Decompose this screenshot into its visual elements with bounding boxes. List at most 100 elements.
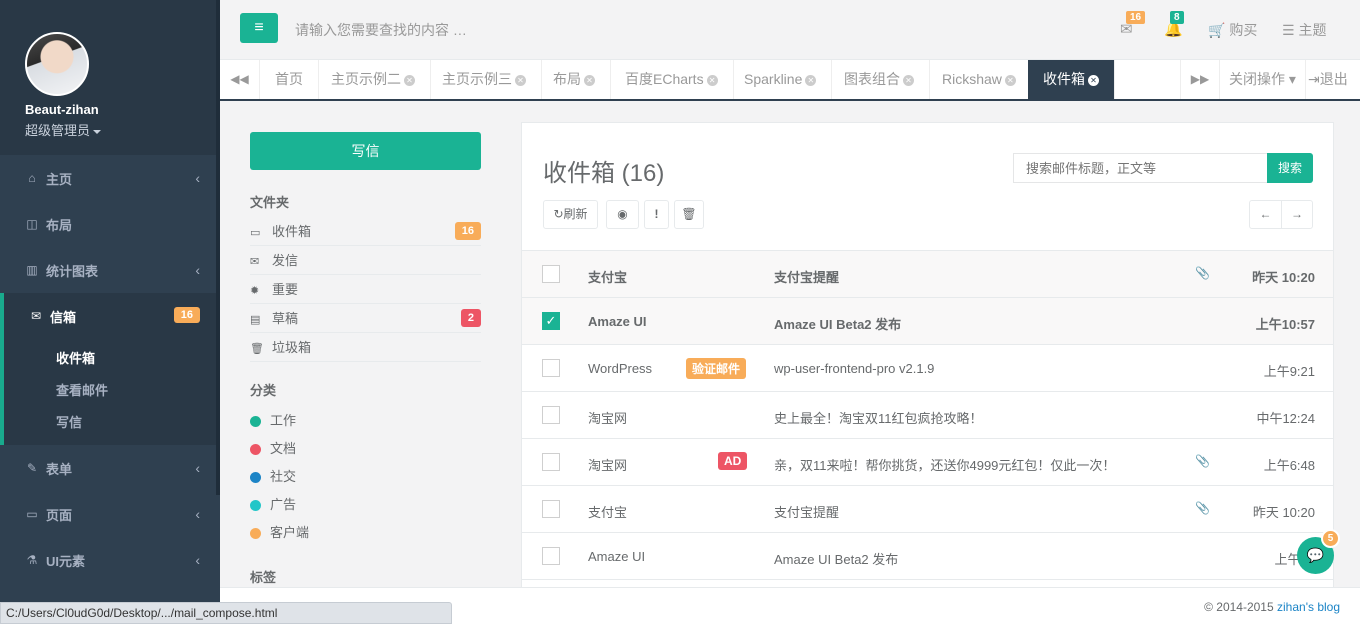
tab-dashboard-2[interactable]: 主页示例二 ✕ — [316, 60, 431, 99]
menu-toggle-button[interactable]: ≡ — [240, 13, 278, 43]
category-social[interactable]: 社交 — [250, 463, 481, 491]
refresh-button[interactable]: ↻刷新 — [543, 200, 598, 229]
tabs-scroll-left-button[interactable]: ◀◀ — [220, 60, 260, 99]
tab-echarts[interactable]: 百度ECharts ✕ — [610, 60, 734, 99]
mail-row[interactable]: ✓ Amaze UI Amaze UI Beta2 发布 上午10:57 — [522, 298, 1333, 345]
refresh-icon: ↻ — [553, 207, 564, 221]
close-icon[interactable]: ✕ — [1004, 74, 1016, 86]
profile-name[interactable]: Beaut-zihan — [25, 102, 220, 117]
mark-read-button[interactable]: ◉ — [606, 200, 639, 229]
mail-subject[interactable]: 支付宝提醒 — [774, 502, 839, 521]
mail-row[interactable]: 支付宝 支付宝提醒 📎 昨天 10:20 — [522, 486, 1333, 533]
category-ads[interactable]: 广告 — [250, 491, 481, 519]
mail-row[interactable]: 淘宝网 史上最全！淘宝双11红包疯抢攻略！ 中午12:24 — [522, 392, 1333, 439]
mail-sender: Amaze UI — [588, 314, 647, 329]
tab-chart-combo[interactable]: 图表组合 ✕ — [829, 60, 930, 99]
submenu-item-compose[interactable]: 写信 — [4, 407, 220, 439]
mail-subject[interactable]: 史上最全！淘宝双11红包疯抢攻略！ — [774, 408, 983, 427]
mail-search-button[interactable]: 搜索 — [1267, 153, 1313, 183]
close-icon[interactable]: ✕ — [706, 74, 718, 86]
footer-copyright: © 2014-2015 zihan's blog — [1204, 600, 1340, 614]
top-search-input[interactable]: 请输入您需要查找的内容 … — [295, 20, 467, 40]
category-dot-icon — [250, 500, 261, 512]
buy-link[interactable]: 🛒 购买 — [1208, 20, 1257, 40]
category-clients[interactable]: 客户端 — [250, 519, 481, 547]
sidebar-item-pages[interactable]: ▭ 页面 ‹ — [0, 491, 220, 537]
folder-trash[interactable]: 🗑 垃圾箱 — [250, 333, 481, 362]
mail-search-input[interactable] — [1013, 153, 1268, 183]
check-icon: ✓ — [545, 313, 557, 328]
compose-button[interactable]: 写信 — [250, 132, 481, 170]
mail-row[interactable]: WordPress 验证邮件 wp-user-frontend-pro v2.1… — [522, 345, 1333, 392]
mail-checkbox[interactable]: ✓ — [542, 312, 560, 330]
tab-rickshaw[interactable]: Rickshaw ✕ — [927, 60, 1032, 99]
comments-icon: 💬 — [1306, 547, 1325, 563]
next-page-button[interactable]: → — [1281, 200, 1313, 229]
notifications-button[interactable]: 🔔 8 — [1164, 11, 1184, 38]
profile-role-dropdown[interactable]: 超级管理员 — [25, 120, 220, 139]
close-operations-label: 关闭操作 — [1229, 71, 1285, 87]
messages-button[interactable]: ✉ 16 — [1120, 11, 1146, 38]
tab-dashboard-3[interactable]: 主页示例三 ✕ — [427, 60, 542, 99]
sidebar-item-label: 信箱 — [50, 309, 77, 325]
envelope-o-icon: ✉ — [250, 256, 260, 268]
mark-important-button[interactable]: ! — [644, 200, 669, 229]
close-icon[interactable]: ✕ — [903, 74, 914, 86]
mail-row[interactable]: 淘宝网 AD 亲，双11来啦！帮你挑货，还送你4999元红包！仅此一次！ 📎 上… — [522, 439, 1333, 486]
sidebar-item-home[interactable]: ⌂ 主页 ‹ — [0, 155, 220, 201]
mail-time: 昨天 10:20 — [1252, 505, 1315, 520]
folder-drafts[interactable]: ▤ 草稿 2 — [250, 304, 481, 333]
notifications-count-badge: 8 — [1170, 11, 1184, 24]
close-icon[interactable]: ✕ — [584, 74, 595, 86]
tab-home[interactable]: 首页 — [260, 60, 319, 99]
tabs-scroll-right-button[interactable]: ▶▶ — [1180, 60, 1220, 99]
mail-subject[interactable]: Amaze UI Beta2 发布 — [774, 314, 901, 333]
close-operations-dropdown[interactable]: 关闭操作 ▾ — [1220, 60, 1306, 99]
mail-checkbox[interactable] — [542, 453, 560, 471]
sidebar-item-layout[interactable]: ◫ 布局 — [0, 201, 220, 247]
mail-subject[interactable]: wp-user-frontend-pro v2.1.9 — [774, 361, 934, 376]
tasks-icon: ☰ — [1282, 22, 1295, 38]
category-label: 工作 — [270, 413, 297, 428]
category-dot-icon — [250, 416, 261, 428]
mail-row[interactable]: 支付宝 支付宝提醒 📎 昨天 10:20 — [522, 251, 1333, 298]
mail-sender: 支付宝 — [588, 270, 628, 285]
chat-button[interactable]: 💬 5 — [1297, 529, 1340, 574]
folder-important[interactable]: ✹ 重要 — [250, 275, 481, 304]
mail-checkbox[interactable] — [542, 359, 560, 377]
folder-inbox[interactable]: ▭ 收件箱 16 — [250, 217, 481, 246]
sidebar-item-forms[interactable]: ✎ 表单 ‹ — [0, 445, 220, 491]
tab-sparkline[interactable]: Sparkline ✕ — [729, 60, 833, 99]
theme-link[interactable]: ☰ 主题 — [1282, 20, 1326, 40]
mail-checkbox[interactable] — [542, 265, 560, 283]
previous-page-button[interactable]: ← — [1249, 200, 1282, 229]
close-icon[interactable]: ✕ — [404, 74, 415, 86]
delete-button[interactable]: 🗑 — [674, 200, 704, 229]
avatar[interactable] — [25, 32, 89, 96]
close-icon[interactable]: ✕ — [805, 74, 817, 86]
mail-checkbox[interactable] — [542, 547, 560, 565]
submenu-item-view-mail[interactable]: 查看邮件 — [4, 375, 220, 407]
folder-sent[interactable]: ✉ 发信 — [250, 246, 481, 275]
mail-checkbox[interactable] — [542, 500, 560, 518]
sidebar-item-charts[interactable]: ▥ 统计图表 ‹ — [0, 247, 220, 293]
close-icon[interactable]: ✕ — [515, 74, 526, 86]
mail-folder-panel: 写信 文件夹 ▭ 收件箱 16 ✉ 发信 ✹ 重要 ▤ 草稿 2 🗑 垃圾箱 分类 工作 文档… — [250, 132, 481, 586]
logout-button[interactable]: ⇥退出 — [1300, 60, 1356, 99]
blog-link[interactable]: zihan's blog — [1277, 600, 1340, 614]
bar-chart-icon: ▥ — [26, 263, 38, 277]
mail-checkbox[interactable] — [542, 406, 560, 424]
sidebar-item-mailbox[interactable]: ✉ 信箱 16 — [0, 293, 220, 339]
theme-label: 主题 — [1298, 22, 1327, 38]
tab-inbox[interactable]: 收件箱 ✕ — [1028, 60, 1115, 99]
category-docs[interactable]: 文档 — [250, 435, 481, 463]
submenu-item-inbox[interactable]: 收件箱 — [4, 343, 220, 375]
category-work[interactable]: 工作 — [250, 407, 481, 435]
mail-subject[interactable]: 亲，双11来啦！帮你挑货，还送你4999元红包！仅此一次！ — [774, 455, 1115, 474]
tab-layout[interactable]: 布局 ✕ — [538, 60, 611, 99]
close-icon[interactable]: ✕ — [1088, 74, 1099, 86]
mail-subject[interactable]: Amaze UI Beta2 发布 — [774, 549, 898, 568]
mail-subject[interactable]: 支付宝提醒 — [774, 267, 839, 286]
mail-row[interactable]: Amaze UI Amaze UI Beta2 发布 上午10 — [522, 533, 1333, 580]
sidebar-item-ui-elements[interactable]: ⚗ UI元素 ‹ — [0, 537, 220, 583]
